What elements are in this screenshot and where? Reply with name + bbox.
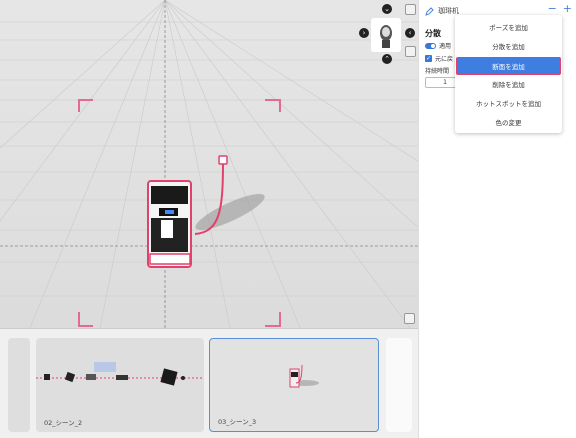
plus-icon[interactable]: + bbox=[563, 3, 572, 15]
panel-actions: − + bbox=[548, 3, 572, 15]
duration-row: 持続時間 bbox=[425, 66, 449, 75]
scene-thumbnail-previous[interactable] bbox=[8, 338, 30, 432]
edit-icon[interactable] bbox=[425, 6, 434, 16]
panel-header: 珈琲机 bbox=[425, 4, 459, 18]
menu-item-add-section[interactable]: 断面を追加 bbox=[456, 57, 561, 75]
scene-label: 03_シーン_3 bbox=[218, 418, 257, 426]
fit-view-icon[interactable] bbox=[405, 4, 416, 15]
scene-preview bbox=[289, 364, 319, 388]
scene-label: 02_シーン_2 bbox=[44, 419, 83, 427]
add-scene-slot[interactable] bbox=[386, 338, 412, 432]
menu-item-add-pose[interactable]: ポーズを追加 bbox=[455, 19, 562, 37]
apply-toggle[interactable] bbox=[425, 42, 436, 49]
rotate-right-icon[interactable]: ‹ bbox=[405, 28, 415, 38]
apply-row: 適用 bbox=[425, 41, 451, 50]
scene-thumbnail[interactable]: 02_シーン_2 bbox=[36, 338, 204, 432]
scene-thumbnail-selected[interactable]: 03_シーン_3 bbox=[209, 338, 379, 432]
list-view-icon[interactable] bbox=[404, 313, 415, 324]
apply-label: 適用 bbox=[439, 43, 452, 50]
scene-preview bbox=[36, 362, 204, 386]
restore-checkbox[interactable]: ✓ bbox=[425, 55, 432, 62]
menu-item-add-explode[interactable]: 分散を追加 bbox=[455, 38, 562, 56]
head-preview-icon bbox=[380, 25, 392, 48]
view-up-icon[interactable]: ⌃ bbox=[382, 54, 392, 64]
duration-label: 持続時間 bbox=[425, 68, 450, 75]
screen-icon[interactable] bbox=[405, 46, 416, 57]
menu-item-add-hotspot[interactable]: ホットスポットを追加 bbox=[455, 95, 562, 113]
coffee-machine-model[interactable] bbox=[140, 150, 280, 275]
section-title: 分散 bbox=[425, 29, 441, 38]
rotate-left-icon[interactable]: › bbox=[359, 28, 369, 38]
3d-viewport[interactable]: ⌄ › ‹ ⌃ bbox=[0, 0, 418, 328]
scene-timeline: 02_シーン_2 03_シーン_3 bbox=[0, 328, 418, 438]
menu-item-change-color[interactable]: 色の変更 bbox=[455, 114, 562, 132]
view-down-icon[interactable]: ⌄ bbox=[382, 4, 392, 14]
model-preview[interactable] bbox=[371, 18, 401, 52]
minus-icon[interactable]: − bbox=[548, 3, 557, 15]
restore-row: ✓ 元に戻 bbox=[425, 54, 453, 63]
add-action-menu: ポーズを追加 分散を追加 断面を追加 削除を追加 ホットスポットを追加 色の変更 bbox=[455, 15, 562, 133]
restore-label: 元に戻 bbox=[435, 56, 454, 63]
menu-item-add-delete[interactable]: 削除を追加 bbox=[455, 76, 562, 94]
